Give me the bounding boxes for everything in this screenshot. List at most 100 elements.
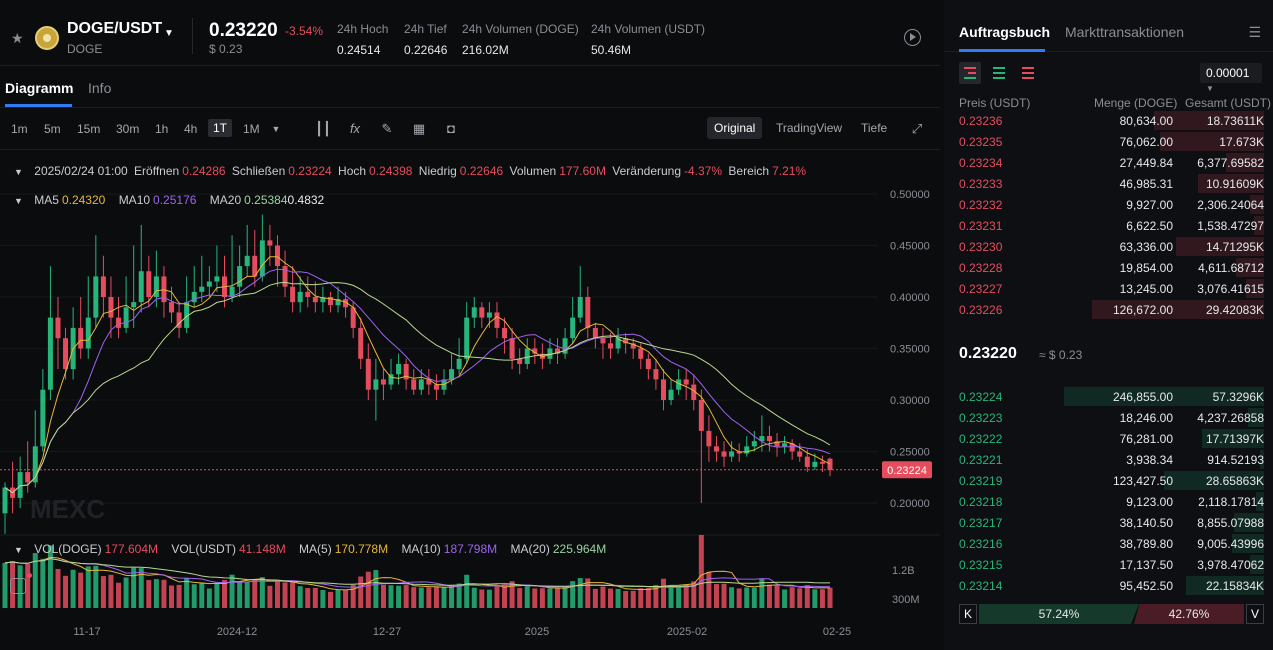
- candle-body: [494, 312, 500, 328]
- candle-body: [653, 369, 659, 380]
- timeframe-1M[interactable]: 1M: [243, 122, 260, 136]
- ma-lines: [4, 256, 831, 494]
- mode-asks-icon[interactable]: [1017, 62, 1039, 84]
- candle-body: [577, 297, 583, 318]
- col-total-header: Gesamt (USDT): [1185, 96, 1272, 110]
- favorite-star-icon[interactable]: ★: [11, 30, 24, 47]
- chart-panel: ★ DOGE/USDT ▼ DOGE 0.23220 -3.54% $ 0.23…: [0, 0, 940, 650]
- bid-row[interactable]: 0.23221 3,938.34 914.52193: [944, 450, 1273, 471]
- candle-body: [85, 317, 91, 349]
- ma20-line: [4, 281, 831, 494]
- volume-bar: [153, 579, 159, 608]
- ask-row[interactable]: 0.23232 9,927.00 2,306.24064: [944, 195, 1273, 216]
- volume-bar: [93, 565, 99, 608]
- candle-body: [464, 317, 470, 359]
- timeframe-4h[interactable]: 4h: [184, 122, 197, 136]
- bid-row[interactable]: 0.23215 17,137.50 3,978.47062: [944, 555, 1273, 576]
- camera-icon[interactable]: ◘: [442, 120, 460, 138]
- layout-grid-icon[interactable]: ▦: [410, 120, 428, 138]
- bid-row[interactable]: 0.23218 9,123.00 2,118.17814: [944, 492, 1273, 513]
- tab-orderbook[interactable]: Auftragsbuch: [959, 24, 1050, 40]
- view-depth-button[interactable]: Tiefe: [861, 121, 887, 135]
- ask-row[interactable]: 0.23227 13,245.00 3,076.41615: [944, 279, 1273, 300]
- ask-row[interactable]: 0.23228 19,854.00 4,611.68712: [944, 258, 1273, 279]
- timeframe-1t[interactable]: 1T: [208, 119, 233, 137]
- bid-row[interactable]: 0.23224 246,855.00 57.3296K: [944, 387, 1273, 408]
- ask-row[interactable]: 0.23236 80,634.00 18.73611K: [944, 111, 1273, 132]
- tab-info[interactable]: Info: [88, 80, 111, 96]
- ask-row[interactable]: 0.23233 46,985.31 10.91609K: [944, 174, 1273, 195]
- ask-price: 0.23227: [959, 282, 1003, 296]
- bid-price: 0.23221: [959, 453, 1003, 467]
- bid-price: 0.23223: [959, 411, 1003, 425]
- y-tick-label: 0.30000: [890, 395, 930, 407]
- timeframe-1m[interactable]: 1m: [11, 122, 28, 136]
- ask-price: 0.23234: [959, 156, 1003, 170]
- bid-qty: 18,246.00: [1119, 411, 1173, 425]
- header-divider: [192, 18, 193, 54]
- volume-bar: [713, 584, 719, 608]
- candle-body: [312, 297, 318, 303]
- pair-dropdown-chevron-icon[interactable]: ▼: [164, 28, 174, 39]
- play-icon[interactable]: [904, 29, 921, 46]
- candle-body: [131, 302, 137, 308]
- volume-bar: [63, 575, 69, 608]
- fullscreen-icon[interactable]: ⤢: [908, 120, 926, 138]
- tab-diagramm[interactable]: Diagramm: [5, 80, 73, 96]
- buy-ratio: 57.24%: [979, 604, 1139, 624]
- bid-qty: 38,789.80: [1119, 537, 1173, 551]
- volume-bar: [55, 568, 61, 608]
- view-tradingview-button[interactable]: TradingView: [776, 121, 842, 135]
- bid-price: 0.23216: [959, 537, 1003, 551]
- timeframe-5m[interactable]: 5m: [44, 122, 61, 136]
- draw-pencil-icon[interactable]: ✎: [378, 120, 396, 138]
- volume-bar: [608, 588, 614, 608]
- vol-collapse-chevron-icon[interactable]: ▼: [14, 545, 23, 555]
- watermark: MEXC: [30, 494, 105, 524]
- bid-row[interactable]: 0.23214 95,452.50 22.15834K: [944, 576, 1273, 597]
- candle-body: [396, 363, 402, 375]
- precision-select[interactable]: 0.00001 ▼: [1200, 63, 1262, 93]
- volume-bar: [729, 587, 735, 608]
- volume-bar: [116, 582, 122, 608]
- candle-body: [721, 451, 727, 457]
- bid-total: 17.71397K: [1205, 432, 1264, 446]
- timeframe-15m[interactable]: 15m: [77, 122, 100, 136]
- timeframe-30m[interactable]: 30m: [116, 122, 139, 136]
- bid-row[interactable]: 0.23223 18,246.00 4,237.26858: [944, 408, 1273, 429]
- ask-row[interactable]: 0.23235 76,062.00 17.673K: [944, 132, 1273, 153]
- candle-body: [751, 441, 757, 447]
- tab-trades[interactable]: Markttransaktionen: [1065, 24, 1184, 40]
- bid-row[interactable]: 0.23216 38,789.80 9,005.43996: [944, 534, 1273, 555]
- volume-bar: [312, 587, 318, 608]
- candle-body: [93, 276, 99, 318]
- mode-both-icon[interactable]: [959, 62, 981, 84]
- pair-name[interactable]: DOGE/USDT: [67, 20, 162, 38]
- ask-row[interactable]: 0.23231 6,622.50 1,538.47297: [944, 216, 1273, 237]
- volume-bar: [78, 572, 84, 608]
- bid-row[interactable]: 0.23217 38,140.50 8,855.07988: [944, 513, 1273, 534]
- volume-bar: [320, 590, 326, 608]
- candle-body: [40, 389, 46, 447]
- candle-type-icon[interactable]: ┃┃: [314, 120, 332, 138]
- mode-bids-icon[interactable]: [988, 62, 1010, 84]
- indicator-fx-icon[interactable]: fx: [346, 120, 364, 138]
- ask-row[interactable]: 0.23234 27,449.84 6,377.69582: [944, 153, 1273, 174]
- x-tick-label: 02-25: [823, 626, 851, 638]
- settings-sliders-icon[interactable]: ☰: [1248, 24, 1261, 41]
- vol-usdt-label: VOL(USDT): [171, 542, 236, 556]
- bid-qty: 17,137.50: [1119, 558, 1173, 572]
- orderbook-mid-price: 0.23220: [959, 345, 1017, 362]
- view-original-button[interactable]: Original: [707, 117, 763, 139]
- price-chart[interactable]: MEXC 0.50000 0.45000 0.40000 0.35000 0.30000…: [0, 150, 940, 650]
- bid-row[interactable]: 0.23222 76,281.00 17.71397K: [944, 429, 1273, 450]
- ask-row[interactable]: 0.23230 63,336.00 14.71295K: [944, 237, 1273, 258]
- ask-row[interactable]: 0.23226 126,672.00 29.42083K: [944, 300, 1273, 321]
- bid-row[interactable]: 0.23219 123,427.50 28.65863K: [944, 471, 1273, 492]
- more-timeframes-chevron-icon[interactable]: ▼: [267, 120, 285, 138]
- candle-body: [660, 379, 666, 400]
- calendar-icon[interactable]: [10, 578, 26, 594]
- base-asset: DOGE: [67, 42, 103, 56]
- volume-bar: [274, 581, 280, 608]
- timeframe-1h[interactable]: 1h: [155, 122, 168, 136]
